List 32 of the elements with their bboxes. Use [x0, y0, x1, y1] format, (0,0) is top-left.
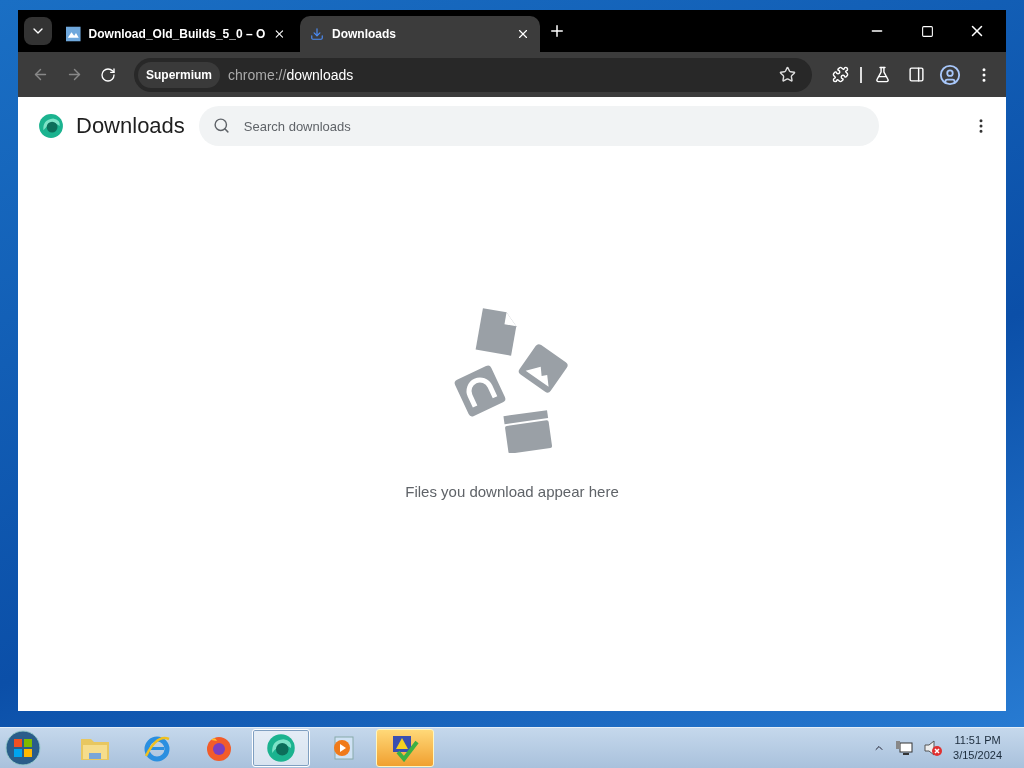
side-panel-icon[interactable]: [907, 66, 925, 83]
flask-icon[interactable]: [873, 66, 891, 83]
start-orb-icon[interactable]: [4, 729, 42, 767]
taskbar-button[interactable]: [376, 729, 434, 767]
reload-icon[interactable]: [100, 66, 116, 83]
search-icon: [212, 117, 230, 134]
bookmark-star-icon[interactable]: [779, 66, 796, 83]
page-favicon-icon: [66, 26, 81, 42]
clock[interactable]: 11:51 PM 3/15/2024: [953, 733, 1002, 763]
muted-speaker-icon[interactable]: [923, 739, 944, 757]
profile-icon[interactable]: [939, 63, 961, 86]
close-tab-icon[interactable]: [273, 27, 286, 41]
browser-name-chip[interactable]: Supermium: [138, 61, 220, 88]
tab-search-button[interactable]: [24, 17, 52, 45]
close-tab-icon[interactable]: [516, 27, 530, 41]
search-field[interactable]: Search downloads: [198, 106, 879, 146]
new-tab-icon[interactable]: [548, 22, 566, 40]
page-title: Downloads: [76, 113, 185, 139]
browser-tab[interactable]: Download_Old_Builds_5_0 – O: [56, 16, 296, 52]
browser-tab[interactable]: Downloads: [300, 16, 540, 52]
extensions-icon[interactable]: [831, 66, 849, 83]
download-icon: [310, 27, 324, 41]
url-text: chrome://downloads: [228, 66, 355, 83]
browser-logo-icon: [38, 113, 64, 139]
address-bar[interactable]: Supermium chrome://downloads: [134, 57, 812, 92]
empty-message: Files you download appear here: [405, 482, 619, 500]
browser-logo-icon: [266, 733, 296, 763]
fox-globe-icon: [205, 734, 233, 762]
network-icon[interactable]: [895, 740, 914, 756]
warning-check-icon: [390, 734, 420, 762]
e-logo-icon: [143, 734, 171, 762]
maximize-icon[interactable]: [920, 24, 934, 38]
